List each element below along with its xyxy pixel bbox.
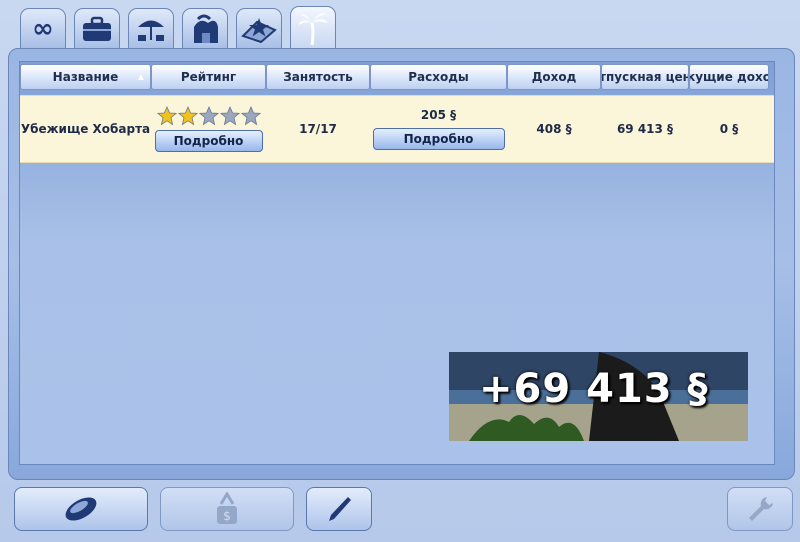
occupancy-value: 17/17 xyxy=(299,122,337,136)
row-current-income-cell: 0 § xyxy=(689,96,769,162)
expenses-details-button[interactable]: Подробно xyxy=(372,128,505,150)
header-name-label: Название xyxy=(52,70,119,84)
row-rating-cell: Подробно xyxy=(151,96,266,162)
expenses-value: 205 § xyxy=(420,108,457,122)
row-name-cell: Убежище Хобарта xyxy=(20,96,151,162)
rating-details-label: Подробно xyxy=(173,134,244,148)
tab-resort[interactable] xyxy=(182,8,228,48)
tab-briefcase[interactable] xyxy=(74,8,120,48)
expenses-details-label: Подробно xyxy=(403,132,474,146)
header-current-income-label: кущие дохо xyxy=(689,70,769,84)
money-bag-icon: $ xyxy=(217,492,237,524)
row-occupancy-cell: 17/17 xyxy=(266,96,370,162)
filled-star-icon xyxy=(177,106,198,126)
header-current-income[interactable]: кущие дохо xyxy=(689,64,769,90)
rating-stars xyxy=(156,106,261,126)
tab-stars[interactable] xyxy=(236,8,282,48)
row-purchase-price-cell: 69 413 § xyxy=(601,96,689,162)
header-occupancy-label: Занятость xyxy=(283,70,353,84)
tab-vacation-homes[interactable] xyxy=(290,6,336,50)
header-purchase-price-label: тпускная цен xyxy=(601,70,689,84)
header-occupancy[interactable]: Занятость xyxy=(266,64,370,90)
row-income-cell: 408 § xyxy=(507,96,601,162)
income-value: 408 § xyxy=(536,122,572,136)
coin-icon xyxy=(65,497,97,521)
star-map-icon xyxy=(241,17,277,43)
money-gain-popup: +69 413 § xyxy=(449,352,748,441)
empty-star-icon xyxy=(240,106,261,126)
header-rating[interactable]: Рейтинг xyxy=(151,64,266,90)
beach-umbrella-icon xyxy=(138,20,164,41)
rating-details-button[interactable]: Подробно xyxy=(154,130,263,152)
svg-text:$: $ xyxy=(223,509,231,523)
table-row[interactable]: Убежище Хобарта Подробно 17/17 205 § Под… xyxy=(20,95,774,163)
current-income-value: 0 § xyxy=(719,122,739,136)
pen-icon xyxy=(329,497,351,521)
settings-button[interactable] xyxy=(727,487,793,531)
header-expenses[interactable]: Расходы xyxy=(370,64,507,90)
header-rating-label: Рейтинг xyxy=(180,70,237,84)
purchase-price-value: 69 413 § xyxy=(616,122,674,136)
infinity-icon: ∞ xyxy=(32,13,54,44)
palm-tree-icon xyxy=(298,12,328,45)
row-expenses-cell: 205 § Подробно xyxy=(370,96,507,162)
tab-bar: ∞ xyxy=(20,6,336,50)
sort-ascending-icon: ▲ xyxy=(137,72,144,81)
tab-infinity[interactable]: ∞ xyxy=(20,8,66,48)
resort-icon xyxy=(194,14,218,43)
wrench-icon xyxy=(749,497,773,521)
header-income[interactable]: Доход xyxy=(507,64,601,90)
property-name: Убежище Хобарта xyxy=(20,122,151,136)
empty-star-icon xyxy=(219,106,240,126)
sell-button[interactable] xyxy=(14,487,148,531)
edit-button[interactable] xyxy=(306,487,372,531)
empty-star-icon xyxy=(198,106,219,126)
header-income-label: Доход xyxy=(531,70,577,84)
header-purchase-price[interactable]: тпускная цен xyxy=(601,64,689,90)
money-gain-amount: +69 413 § xyxy=(479,366,709,412)
table-header: Название ▲ Рейтинг Занятость Расходы Дох… xyxy=(20,62,774,92)
buy-button[interactable]: $ xyxy=(160,487,294,531)
tab-beach[interactable] xyxy=(128,8,174,48)
filled-star-icon xyxy=(156,106,177,126)
header-name[interactable]: Название ▲ xyxy=(20,64,151,90)
briefcase-icon xyxy=(83,16,111,41)
header-expenses-label: Расходы xyxy=(408,70,469,84)
